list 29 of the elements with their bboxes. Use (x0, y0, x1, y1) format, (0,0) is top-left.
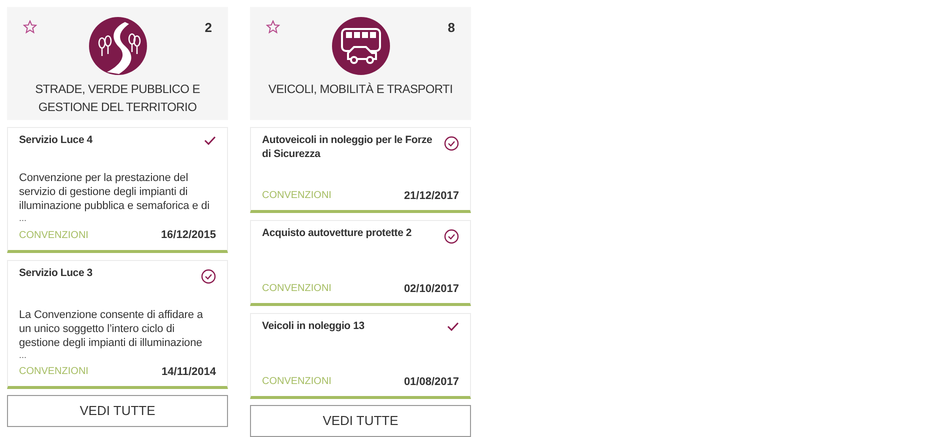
item-date: 16/12/2015 (160, 228, 216, 243)
item-date: 14/11/2014 (162, 364, 216, 380)
item-type: CONVENZIONI (262, 189, 332, 204)
item-title: Servizio Luce 4 (19, 133, 92, 147)
category-title: STRADE, VERDE PUBBLICO E GESTIONE DEL TERRITORIO (34, 81, 201, 116)
road-trees-icon (88, 17, 146, 75)
item-type: CONVENZIONI (262, 282, 332, 296)
star-icon[interactable] (23, 20, 37, 34)
item-type: CONVENZIONI (19, 365, 88, 380)
count: 2 (204, 19, 212, 37)
item-description: Convenzione per la prestazione del servizio di gestione degli impianti di illuminazione pubblica e semaforica e di (19, 171, 210, 213)
category-title: VEICOLI, MOBILITÀ E TRASPORTI (267, 81, 454, 98)
item-date: 02/10/2017 (404, 282, 459, 296)
see-all-button[interactable]: VEDI TUTTE (7, 395, 228, 427)
item-title: Autoveicoli in noleggio per le Forze di Sicurezza (262, 133, 434, 161)
item-date: 01/08/2017 (404, 374, 459, 390)
star-icon[interactable] (266, 20, 280, 34)
count: 8 (448, 19, 455, 37)
item-title: Acquisto autovetture protette 2 (262, 226, 412, 240)
ellipsis: ... (19, 213, 28, 223)
ellipsis: ... (19, 350, 28, 360)
item-type: CONVENZIONI (19, 228, 88, 243)
see-all-button[interactable]: VEDI TUTTE (250, 405, 471, 437)
item-title: Servizio Luce 3 (19, 266, 92, 280)
item-type: CONVENZIONI (262, 375, 332, 390)
item-description: La Convenzione consente di affidare a un unico soggetto l’intero ciclo di gestione degli impianti di illuminazione (19, 308, 204, 350)
bus-and-car-icon (332, 17, 390, 75)
item-title: Veicoli in noleggio 13 (262, 319, 364, 333)
item-date: 21/12/2017 (404, 188, 459, 204)
